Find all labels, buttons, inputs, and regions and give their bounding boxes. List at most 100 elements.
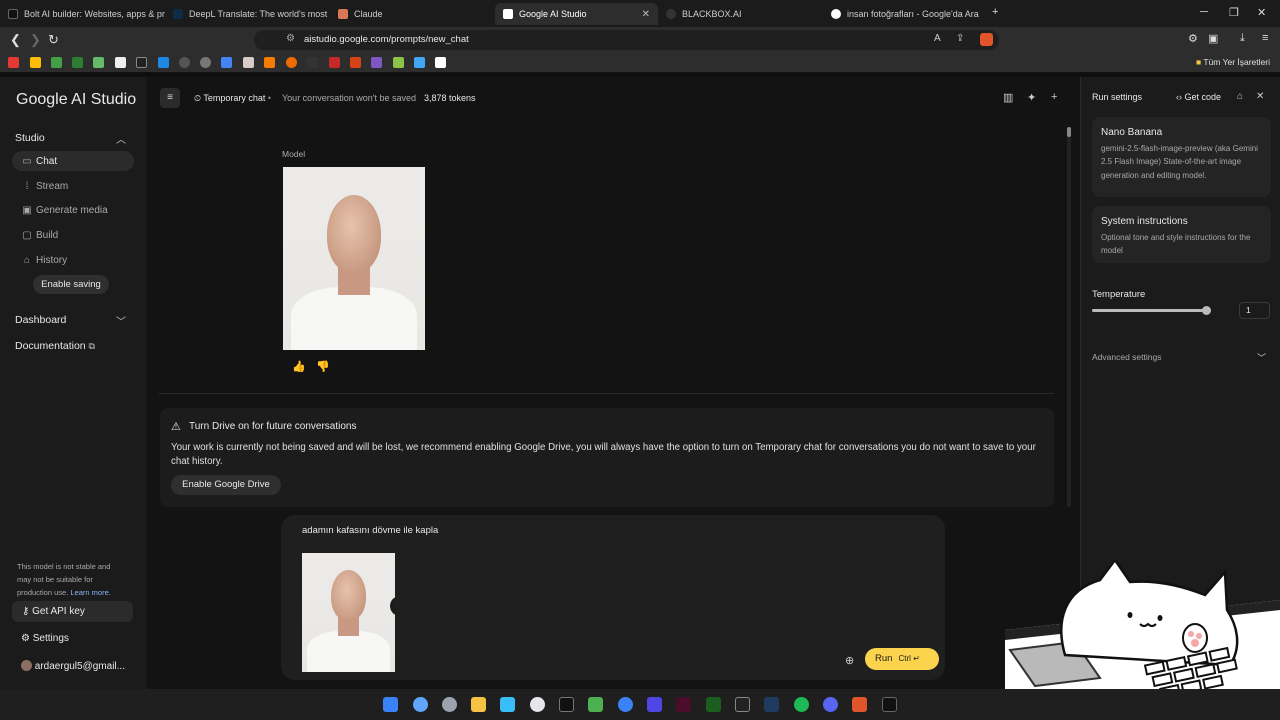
minecraft-icon[interactable] bbox=[588, 697, 603, 712]
compare-icon[interactable]: ▥ bbox=[1003, 91, 1013, 104]
menu-icon[interactable]: ≡ bbox=[1262, 32, 1268, 44]
windows-start-icon[interactable] bbox=[383, 697, 398, 712]
bookmark-tan-icon[interactable] bbox=[243, 57, 254, 68]
steam-icon[interactable] bbox=[764, 697, 779, 712]
bookmark-diamond-icon[interactable] bbox=[115, 57, 126, 68]
tab-blackbox[interactable]: BLACKBOX.AI bbox=[658, 3, 823, 25]
bookmark-blue-icon[interactable] bbox=[414, 57, 425, 68]
download-icon[interactable]: ⤓ bbox=[1240, 32, 1245, 45]
attached-image[interactable]: ✕ bbox=[302, 553, 395, 672]
capcut-icon[interactable] bbox=[559, 697, 574, 712]
store-icon[interactable] bbox=[647, 697, 662, 712]
close-window-icon[interactable]: ✕ bbox=[1257, 6, 1266, 19]
toggle-sidebar-icon[interactable]: ≡ bbox=[160, 88, 180, 108]
enable-google-drive-button[interactable]: Enable Google Drive bbox=[171, 475, 281, 495]
epic-games-icon[interactable] bbox=[735, 697, 750, 712]
bookmark-p-white-icon[interactable] bbox=[435, 57, 446, 68]
thumbs-up-icon[interactable]: 👍 bbox=[292, 360, 306, 373]
account-button[interactable]: ardaergul5@gmail... bbox=[21, 660, 125, 672]
back-icon[interactable]: ❮ bbox=[10, 32, 21, 48]
site-info-icon[interactable]: ⚙ bbox=[286, 33, 295, 44]
excel-icon[interactable] bbox=[706, 697, 721, 712]
widgets-icon[interactable] bbox=[413, 697, 428, 712]
bookmark-circle-icon[interactable] bbox=[179, 57, 190, 68]
restore-icon[interactable]: ❐ bbox=[1229, 6, 1239, 19]
minimize-icon[interactable]: ─ bbox=[1200, 6, 1208, 18]
tab-deepl[interactable]: DeepL Translate: The world's most ac bbox=[165, 3, 330, 25]
bookmark-grid-icon[interactable] bbox=[158, 57, 169, 68]
chat-scroll-thumb[interactable] bbox=[1067, 127, 1071, 137]
new-chat-icon[interactable]: + bbox=[1051, 91, 1057, 103]
bookmark-orange-icon[interactable] bbox=[264, 57, 275, 68]
photos-icon[interactable] bbox=[500, 697, 515, 712]
sidebar-item-history[interactable]: ⌂ History bbox=[12, 250, 134, 270]
temperature-input[interactable]: 1 bbox=[1239, 302, 1270, 319]
chevron-down-icon[interactable]: ﹀ bbox=[1257, 351, 1266, 364]
sidebar-item-build[interactable]: ▢ Build bbox=[12, 225, 134, 245]
forward-icon[interactable]: ❯ bbox=[30, 32, 41, 48]
new-tab-icon[interactable]: + bbox=[992, 6, 998, 18]
tab-bolt[interactable]: Bolt AI builder: Websites, apps & pro bbox=[0, 3, 165, 25]
wallet-icon[interactable]: ▣ bbox=[1208, 32, 1218, 45]
temperature-slider-knob[interactable] bbox=[1202, 306, 1211, 315]
close-tab-icon[interactable]: ✕ bbox=[642, 9, 650, 20]
translate-icon[interactable]: A bbox=[934, 33, 941, 44]
system-instructions-card[interactable]: System instructions Optional tone and st… bbox=[1092, 206, 1271, 263]
thumbs-down-icon[interactable]: 👎 bbox=[316, 360, 330, 373]
chrome-icon[interactable] bbox=[530, 697, 545, 712]
settings-link[interactable]: ⚙ Settings bbox=[21, 633, 69, 644]
extensions-icon[interactable]: ⚙ bbox=[1188, 32, 1198, 45]
bookmark-gmail-icon[interactable] bbox=[30, 57, 41, 68]
discord-icon[interactable] bbox=[823, 697, 838, 712]
settings-app-icon[interactable] bbox=[442, 697, 457, 712]
chevron-up-icon[interactable]: ︿ bbox=[116, 131, 126, 146]
chevron-down-icon[interactable]: ﹀ bbox=[116, 313, 126, 328]
bookmark-lime-icon[interactable] bbox=[393, 57, 404, 68]
bookmark-purple-icon[interactable] bbox=[371, 57, 382, 68]
bookmark-gemini-icon[interactable] bbox=[221, 57, 232, 68]
bookmark-cg-icon[interactable] bbox=[51, 57, 62, 68]
advanced-settings-toggle[interactable]: Advanced settings bbox=[1092, 352, 1161, 362]
learn-more-link[interactable]: Learn more. bbox=[70, 588, 110, 597]
vegas-icon[interactable] bbox=[676, 697, 691, 712]
sidebar-item-stream[interactable]: ⁞ Stream bbox=[12, 176, 134, 196]
sidebar-item-chat[interactable]: ▭ Chat bbox=[12, 151, 134, 171]
remove-attachment-icon[interactable]: ✕ bbox=[390, 596, 395, 616]
sparkle-icon[interactable]: ✦ bbox=[1027, 91, 1036, 104]
run-button[interactable]: Run Ctrl ↵ bbox=[865, 648, 939, 670]
tab-google-ai-studio[interactable]: Google AI Studio ✕ bbox=[495, 3, 658, 25]
add-media-icon[interactable]: ⊕ bbox=[845, 654, 854, 667]
reload-icon[interactable]: ↻ bbox=[48, 32, 59, 48]
steam-app-icon[interactable] bbox=[882, 697, 897, 712]
browser-app-icon[interactable] bbox=[618, 697, 633, 712]
tab-claude[interactable]: Claude bbox=[330, 3, 495, 25]
dashboard-link[interactable]: Dashboard bbox=[15, 314, 66, 326]
enable-saving-button[interactable]: Enable saving bbox=[33, 275, 109, 294]
share-icon[interactable]: ⇪ bbox=[956, 33, 964, 44]
brave-shields-icon[interactable] bbox=[980, 33, 993, 46]
all-bookmarks[interactable]: ■ Tüm Yer İşaretleri bbox=[1196, 57, 1270, 67]
prompt-input[interactable]: adamın kafasını dövme ile kapla bbox=[302, 525, 438, 536]
get-code-button[interactable]: ‹› Get code bbox=[1176, 92, 1221, 102]
studio-section[interactable]: Studio bbox=[15, 132, 45, 144]
spotify-icon[interactable] bbox=[794, 697, 809, 712]
bookmark-claude-icon[interactable] bbox=[350, 57, 361, 68]
bookmark-terminal-icon[interactable] bbox=[136, 57, 147, 68]
app-logo[interactable]: Google AI Studio bbox=[16, 91, 136, 109]
bookmark-youtube-icon[interactable] bbox=[8, 57, 19, 68]
brave-icon[interactable] bbox=[852, 697, 867, 712]
bookmark-p-icon[interactable] bbox=[286, 57, 297, 68]
bookmark-k-icon[interactable] bbox=[72, 57, 83, 68]
tab-google-search[interactable]: insan fotoğrafları - Google'da Ara bbox=[823, 3, 988, 25]
close-panel-icon[interactable]: ✕ bbox=[1256, 91, 1264, 102]
bookmark-openai-icon[interactable] bbox=[200, 57, 211, 68]
bookmark-g-icon[interactable] bbox=[93, 57, 104, 68]
bookmark-red-icon[interactable] bbox=[329, 57, 340, 68]
prompt-input-box[interactable]: adamın kafasını dövme ile kapla ✕ ⊕ Run C… bbox=[281, 515, 945, 680]
compare-mode-icon[interactable]: ⌂ bbox=[1237, 91, 1243, 102]
model-selector-card[interactable]: Nano Banana gemini-2.5-flash-image-previ… bbox=[1092, 117, 1271, 197]
bookmark-w-icon[interactable] bbox=[307, 57, 318, 68]
documentation-link[interactable]: Documentation ⧉ bbox=[15, 340, 95, 352]
generated-image[interactable] bbox=[283, 167, 425, 350]
omnibox[interactable]: ⚙ aistudio.google.com/prompts/new_chat A… bbox=[254, 30, 999, 50]
